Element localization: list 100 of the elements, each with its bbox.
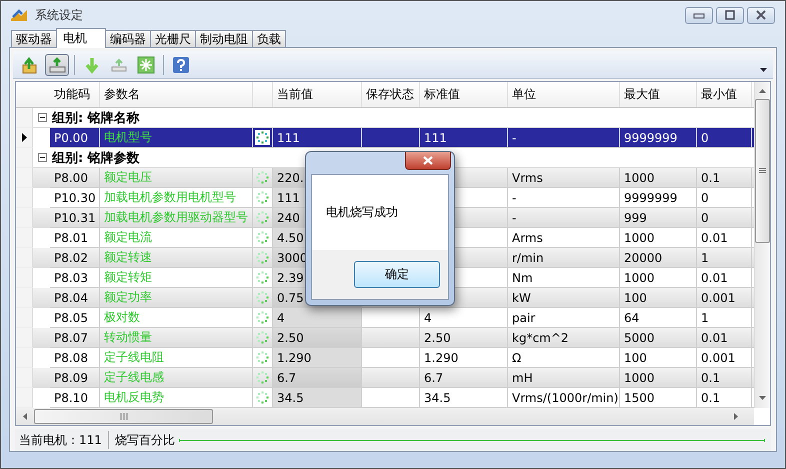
maximize-icon (724, 10, 736, 20)
table-cell: P8.09 (50, 368, 100, 388)
close-icon (755, 10, 767, 20)
dialog-message: 电机烧写成功 (312, 175, 448, 250)
table-cell: 5000 (620, 328, 697, 348)
grip-icon (120, 413, 128, 420)
table-cell: 1.290 (273, 348, 362, 368)
toolbar-button[interactable] (45, 54, 69, 76)
spinner-icon (255, 350, 270, 365)
table-cell: 0.1 (697, 168, 752, 188)
dropdown-icon (760, 68, 766, 72)
current-row-icon (22, 133, 26, 142)
spinner-icon (255, 130, 270, 145)
spinner-icon (255, 310, 270, 325)
table-cell: 0.1 (697, 368, 752, 388)
spinner-icon (255, 290, 270, 305)
drive-upload-icon (48, 56, 66, 74)
column-header[interactable]: 标准值 (420, 82, 508, 107)
column-header[interactable]: 功能码 (50, 82, 100, 107)
down-arrow-icon (83, 56, 101, 74)
table-cell: P0.00 (50, 128, 100, 148)
table-cell: 34.5 (273, 388, 362, 408)
table-cell: 111 (420, 128, 508, 148)
table-cell: r/min (508, 248, 620, 268)
sparkle-icon (137, 56, 155, 74)
minimize-icon (693, 11, 705, 19)
spinner-icon (255, 190, 270, 205)
table-cell: P8.07 (50, 328, 100, 348)
close-button[interactable] (405, 152, 451, 170)
table-row[interactable]: P0.00 电机型号 111 111 - 9999999 0 (16, 128, 754, 148)
tab[interactable]: 电机 (56, 28, 106, 48)
help-icon (172, 56, 190, 74)
table-cell: P8.00 (50, 168, 100, 188)
table-cell: kg*cm^2 (508, 328, 620, 348)
table-cell: - (508, 128, 620, 148)
collapse-icon[interactable] (38, 153, 47, 162)
tab[interactable]: 负载 (252, 30, 286, 47)
spinner-icon (255, 170, 270, 185)
column-header[interactable]: 最大值 (620, 82, 697, 107)
column-header[interactable]: 最小值 (697, 82, 752, 107)
table-cell: P8.04 (50, 288, 100, 308)
table-row[interactable]: P8.07 转动惯量 2.50 2.50 kg*cm^2 5000 0.01 (16, 328, 754, 348)
table-cell: 2.50 (420, 328, 508, 348)
current-motor-label: 当前电机：111 (19, 432, 102, 449)
table-cell: mH (508, 368, 620, 388)
table-cell: 额定功率 (100, 288, 253, 308)
table-cell: 0 (697, 128, 752, 148)
maximize-button[interactable] (716, 6, 744, 24)
table-cell: 额定转速 (100, 248, 253, 268)
table-cell: 转动惯量 (100, 328, 253, 348)
table-cell: 6.7 (420, 368, 508, 388)
tab[interactable]: 制动电阻 (195, 30, 253, 47)
group-title: 组别: 铭牌名称 (52, 110, 140, 126)
table-cell: 1000 (620, 168, 697, 188)
app-icon (9, 7, 29, 23)
column-header[interactable]: 参数名 (100, 82, 253, 107)
spinner-icon (255, 330, 270, 345)
table-cell: 0 (697, 208, 752, 228)
column-header[interactable]: 保存状态 (362, 82, 420, 107)
table-cell: 1000 (620, 368, 697, 388)
column-header[interactable]: 单位 (508, 82, 620, 107)
spinner-icon (255, 230, 270, 245)
grip-icon (759, 168, 766, 174)
ok-button[interactable]: 确定 (354, 261, 440, 288)
close-icon (422, 156, 434, 165)
spinner-icon (255, 270, 270, 285)
table-cell: 额定电压 (100, 168, 253, 188)
table-cell: 20000 (620, 248, 697, 268)
table-cell: - (508, 208, 620, 228)
spinner-icon (255, 250, 270, 265)
table-cell: 0.01 (697, 328, 752, 348)
collapse-icon[interactable] (38, 113, 47, 122)
table-cell: 加载电机参数用驱动器型号 (100, 208, 253, 228)
table-cell: 4 (273, 308, 362, 328)
table-row[interactable]: P8.09 定子线电感 6.7 6.7 mH 1000 0.1 (16, 368, 754, 388)
table-cell: 0.001 (697, 288, 752, 308)
scroll-right-icon (734, 413, 738, 420)
table-cell: 1 (697, 248, 752, 268)
tab[interactable]: 光栅尺 (150, 30, 196, 47)
table-cell: P10.31 (50, 208, 100, 228)
scroll-down-icon (759, 396, 766, 400)
horizontal-scrollbar[interactable] (16, 408, 754, 426)
tab[interactable]: 驱动器 (11, 30, 57, 47)
column-header[interactable]: 当前值 (273, 82, 362, 107)
table-cell: 111 (273, 128, 362, 148)
table-cell: kW (508, 288, 620, 308)
row-header[interactable] (16, 128, 33, 148)
vertical-scrollbar[interactable] (754, 82, 770, 408)
table-cell: 2.50 (273, 328, 362, 348)
table-cell: P8.02 (50, 248, 100, 268)
close-button[interactable] (747, 6, 775, 24)
table-cell: 6.7 (273, 368, 362, 388)
table-cell: 999 (620, 208, 697, 228)
tab[interactable]: 编码器 (105, 30, 151, 47)
scroll-left-icon (23, 413, 27, 420)
spinner-icon (255, 370, 270, 385)
table-cell: 电机型号 (100, 128, 253, 148)
window-title: 系统设定 (35, 6, 83, 24)
minimize-button[interactable] (685, 6, 713, 24)
group-title: 组别: 铭牌参数 (52, 150, 140, 166)
